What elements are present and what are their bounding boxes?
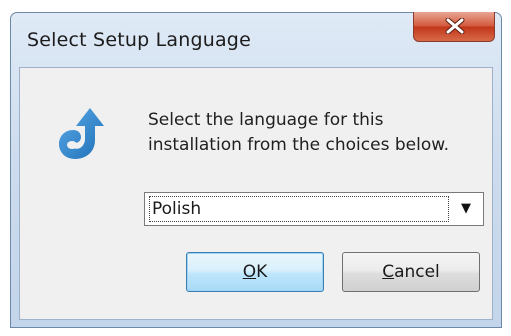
title-bar[interactable]: Select Setup Language (11, 12, 501, 65)
cancel-button-label: ancel (394, 262, 440, 282)
close-icon (445, 18, 465, 34)
instruction-text: Select the language for this installatio… (148, 110, 449, 155)
ok-button-mnemonic: O (242, 262, 257, 282)
ok-button[interactable]: OK (186, 252, 324, 292)
dialog-body: Select the language for this installatio… (19, 67, 493, 320)
close-button[interactable] (413, 12, 495, 42)
window-title: Select Setup Language (27, 29, 251, 51)
ok-button-label: K (256, 262, 268, 282)
language-select-value: Polish (149, 196, 449, 222)
setup-language-dialog: Select Setup Language Select the languag… (10, 12, 502, 328)
language-select[interactable]: Polish ▼ (144, 192, 484, 226)
setup-arrow-icon (59, 108, 104, 159)
dropdown-arrow-icon[interactable]: ▼ (453, 197, 479, 221)
cancel-button-mnemonic: C (382, 262, 395, 282)
cancel-button[interactable]: Cancel (342, 252, 480, 292)
